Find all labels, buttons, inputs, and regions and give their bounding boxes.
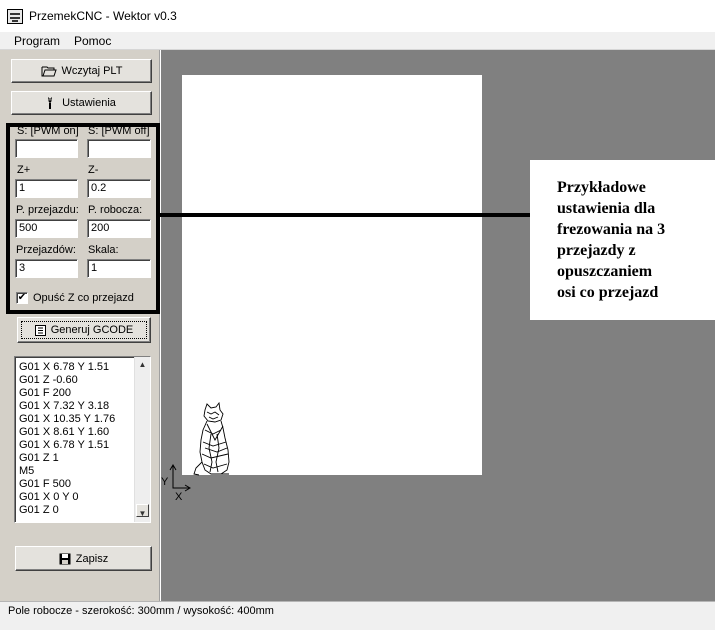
annotation-text: Przykładowe ustawienia dla frezowania na… <box>557 177 715 303</box>
settings-button[interactable]: Ustawienia <box>11 91 152 115</box>
gcode-line[interactable]: G01 X 10.35 Y 1.76 <box>19 413 131 426</box>
s-pwm-off-input[interactable] <box>87 139 151 158</box>
gcode-lines: G01 X 6.78 Y 1.51 G01 Z -0.60 G01 F 200 … <box>19 361 131 517</box>
gcode-line[interactable]: G01 X 0 Y 0 <box>19 491 131 504</box>
z-minus-input[interactable]: 0.2 <box>87 179 151 198</box>
menu-bar: Program Pomoc <box>0 32 715 50</box>
scroll-down-icon[interactable]: ▼ <box>135 507 150 521</box>
gcode-line[interactable]: G01 F 200 <box>19 387 131 400</box>
document-icon <box>34 324 46 336</box>
gcode-line[interactable]: G01 X 6.78 Y 1.51 <box>19 439 131 452</box>
annotation-line-3: frezowania na 3 <box>557 221 666 238</box>
annotation-line-4: przejazdy z <box>557 242 636 259</box>
generate-gcode-label: Generuj GCODE <box>50 324 134 336</box>
axis-y-label: Y <box>161 476 169 488</box>
gcode-line[interactable]: G01 F 500 <box>19 478 131 491</box>
gcode-line[interactable]: G01 X 6.78 Y 1.51 <box>19 361 131 374</box>
settings-label: Ustawienia <box>62 97 116 109</box>
axis-indicator: Y X <box>161 464 191 502</box>
save-label: Zapisz <box>75 552 109 565</box>
menu-pomoc[interactable]: Pomoc <box>74 34 111 48</box>
travel-speed-input[interactable]: 500 <box>15 219 78 238</box>
title-bar: PrzemekCNC - Wektor v0.3 <box>0 0 715 32</box>
z-plus-input[interactable]: 1 <box>15 179 78 198</box>
annotation-pointer-line <box>160 213 530 217</box>
control-panel: Wczytaj PLT Ustawienia S: [PWM on] S: [P… <box>0 50 160 601</box>
scale-input[interactable]: 1 <box>87 259 151 278</box>
generate-gcode-button[interactable]: Generuj GCODE <box>17 317 151 343</box>
z-plus-label: Z+ <box>17 164 31 176</box>
folder-open-icon <box>41 66 57 77</box>
annotation-line-6: osi co przejazd <box>557 284 659 301</box>
gcode-line[interactable]: G01 X 8.61 Y 1.60 <box>19 426 131 439</box>
s-pwm-on-label: S: [PWM on] <box>17 125 79 137</box>
gcode-listbox[interactable]: G01 X 6.78 Y 1.51 G01 Z -0.60 G01 F 200 … <box>14 356 151 523</box>
load-plt-button[interactable]: Wczytaj PLT <box>11 59 152 83</box>
passes-label: Przejazdów: <box>16 244 76 256</box>
save-button[interactable]: Zapisz <box>15 546 152 571</box>
lower-z-checkbox[interactable]: ✔ <box>16 292 28 304</box>
app-icon <box>7 9 23 24</box>
axis-x-label: X <box>175 491 183 502</box>
gcode-line[interactable]: G01 Z 0 <box>19 504 131 517</box>
gcode-line[interactable]: G01 X 7.32 Y 3.18 <box>19 400 131 413</box>
annotation-line-1: Przykładowe <box>557 179 646 196</box>
wrench-icon <box>48 97 53 109</box>
workspace-canvas[interactable]: Y X <box>161 50 715 601</box>
gcode-line[interactable]: M5 <box>19 465 131 478</box>
work-speed-input[interactable]: 200 <box>87 219 151 238</box>
z-minus-label: Z- <box>88 164 99 176</box>
status-bar: Pole robocze - szerokość: 300mm / wysoko… <box>0 601 715 630</box>
scroll-up-icon[interactable]: ▲ <box>135 358 150 372</box>
annotation-line-5: opuszczaniem <box>557 263 653 280</box>
annotation-line-2: ustawienia dla <box>557 200 656 217</box>
menu-program[interactable]: Program <box>14 34 60 48</box>
load-plt-label: Wczytaj PLT <box>61 65 123 77</box>
travel-speed-label: P. przejazdu: <box>16 204 79 216</box>
status-text: Pole robocze - szerokość: 300mm / wysoko… <box>8 605 274 617</box>
lower-z-label: Opuść Z co przejazd <box>33 292 134 304</box>
scale-label: Skala: <box>88 244 119 256</box>
gcode-line[interactable]: G01 Z -0.60 <box>19 374 131 387</box>
passes-input[interactable]: 3 <box>15 259 78 278</box>
gcode-line[interactable]: G01 Z 1 <box>19 452 131 465</box>
work-speed-label: P. robocza: <box>88 204 143 216</box>
floppy-disk-icon <box>59 553 71 564</box>
gcode-scrollbar[interactable]: ▲ ▼ <box>134 357 150 522</box>
s-pwm-off-label: S: [PWM off] <box>88 125 150 137</box>
window-title: PrzemekCNC - Wektor v0.3 <box>29 9 177 23</box>
s-pwm-on-input[interactable] <box>15 139 78 158</box>
